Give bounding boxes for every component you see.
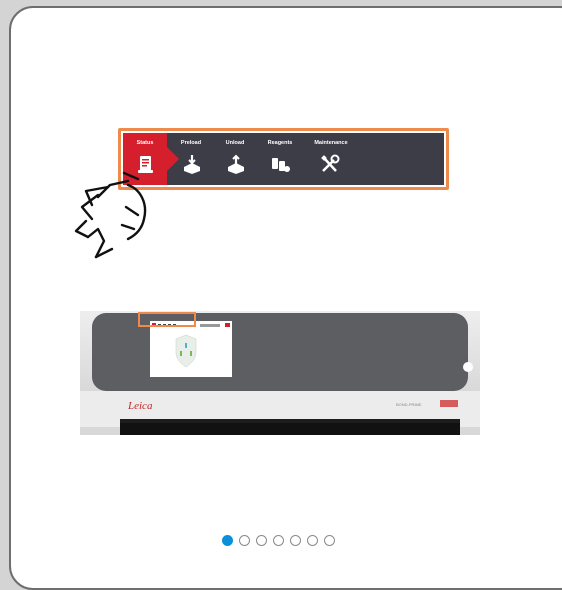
nav-item-preload[interactable]: Preload [169,133,213,185]
nav-item-preload-label: Preload [180,140,202,146]
tutorial-card [9,6,562,590]
nav-item-reagents-label: Reagents [267,140,293,146]
maintenance-icon [321,154,340,172]
pager-dot-6[interactable] [307,535,318,546]
pager-dot-7[interactable] [324,535,335,546]
svg-text:BOND-PRIME: BOND-PRIME [396,402,422,407]
pager-dot-2[interactable] [239,535,250,546]
nav-item-status-label: Status [136,140,154,146]
pager-dot-4[interactable] [273,535,284,546]
carousel-pager [222,535,335,546]
screen-nav-highlight [138,312,196,327]
pager-dot-3[interactable] [256,535,267,546]
reagents-icon [272,158,290,172]
pager-dot-1[interactable] [222,535,233,546]
unload-icon [228,154,244,174]
preload-icon [184,155,200,174]
brand-logo: Leica [127,400,153,412]
nav-item-reagents[interactable]: Reagents [257,133,303,185]
pager-dot-5[interactable] [290,535,301,546]
hand-pointer-icon [74,171,147,259]
nav-item-unload[interactable]: Unload [213,133,257,185]
nav-item-unload-label: Unload [225,140,245,146]
nav-item-maintenance-label: Maintenance [314,140,348,146]
nav-bar: Status Preload Unload Reagents Maintenan… [123,133,444,185]
nav-item-maintenance[interactable]: Maintenance [307,133,355,185]
